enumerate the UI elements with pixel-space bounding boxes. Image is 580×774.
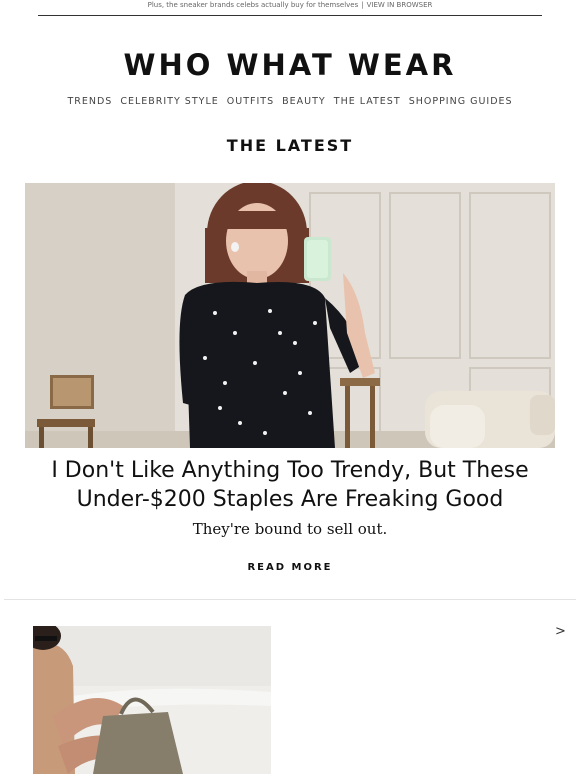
preheader: Plus, the sneaker brands celebs actually… [38, 0, 542, 16]
next-arrow-icon[interactable]: > [555, 624, 566, 639]
preheader-text: Plus, the sneaker brands celebs actually… [147, 1, 359, 9]
preheader-separator: | [361, 1, 364, 9]
nav-item-outfits[interactable]: OUTFITS [227, 96, 274, 107]
section-title: THE LATEST [226, 136, 354, 155]
main-nav: TRENDS CELEBRITY STYLE OUTFITS BEAUTY TH… [0, 96, 580, 107]
story-thumbnail[interactable] [33, 626, 271, 774]
view-in-browser-link[interactable]: VIEW IN BROWSER [367, 1, 433, 9]
nav-item-the-latest[interactable]: THE LATEST [334, 96, 401, 107]
nav-item-celebrity-style[interactable]: CELEBRITY STYLE [120, 96, 218, 107]
read-more-link[interactable]: READ MORE [0, 562, 580, 573]
article-headline[interactable]: I Don't Like Anything Too Trendy, But Th… [30, 456, 550, 514]
nav-item-trends[interactable]: TRENDS [67, 96, 112, 107]
hero-image[interactable] [25, 183, 555, 448]
thumbnail-photo-illustration [33, 626, 271, 774]
headline-line-1: I Don't Like Anything Too Trendy, But Th… [51, 458, 529, 483]
divider [4, 599, 576, 600]
nav-item-shopping-guides[interactable]: SHOPPING GUIDES [409, 96, 513, 107]
article-subhead: They're bound to sell out. [192, 520, 388, 538]
hero-photo-illustration [25, 183, 555, 448]
site-logo[interactable]: WHO WHAT WEAR [0, 48, 580, 82]
nav-item-beauty[interactable]: BEAUTY [282, 96, 326, 107]
headline-line-2: Under-$200 Staples Are Freaking Good [76, 487, 504, 512]
